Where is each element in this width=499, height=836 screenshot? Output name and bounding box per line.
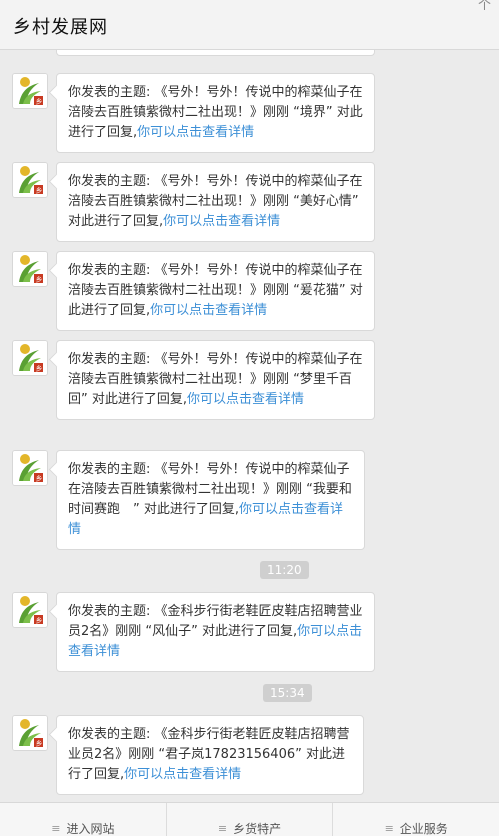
- app-header: 乡村发展网 个: [0, 0, 499, 50]
- view-details-link[interactable]: 你可以点击查看详情: [137, 125, 254, 140]
- timestamp-badge: 15:34: [263, 684, 312, 702]
- tab-label: 进入网站: [66, 822, 115, 836]
- svg-text:乡: 乡: [36, 276, 43, 284]
- message-bubble[interactable]: 你发表的主题: 《金科步行街老鞋匠皮鞋店招聘营业员2名》刚刚 “君子岚17823…: [56, 715, 364, 795]
- message-bubble[interactable]: 你发表的主题: 《号外！号外！传说中的榨菜仙子在涪陵去百胜镇紫微村二社出现！》刚…: [56, 450, 365, 550]
- tab-local-products[interactable]: ≡ 乡货特产: [167, 803, 334, 836]
- view-details-link[interactable]: 你可以点击查看详情: [150, 303, 267, 318]
- page-title: 乡村发展网: [13, 17, 108, 38]
- message-bubble[interactable]: 你发表的主题: 《号外！号外！传说中的榨菜仙子在涪陵去百胜镇紫微村二社出现！》刚…: [56, 340, 375, 420]
- message-bubble[interactable]: 你发表的主题: 《金科步行街老鞋匠皮鞋店招聘营业员2名》刚刚 “风仙子” 对此进…: [56, 592, 375, 672]
- view-details-link[interactable]: 你可以点击查看详情: [187, 392, 304, 407]
- tab-label: 乡货特产: [233, 822, 282, 836]
- menu-icon: ≡: [51, 822, 61, 835]
- village-logo-icon[interactable]: 乡: [12, 162, 48, 198]
- village-logo-icon[interactable]: 乡: [12, 715, 48, 751]
- tab-label: 企业服务: [399, 822, 448, 836]
- village-logo-icon[interactable]: 乡: [12, 251, 48, 287]
- village-logo-icon[interactable]: 乡: [12, 592, 48, 628]
- bottom-menu: ≡ 进入网站 ≡ 乡货特产 ≡ 企业服务: [0, 802, 499, 836]
- message-bubble[interactable]: 你发表的主题: 《号外！号外！传说中的榨菜仙子在涪陵去百胜镇紫微村二社出现！》刚…: [56, 73, 375, 153]
- svg-text:乡: 乡: [36, 475, 43, 483]
- menu-icon: ≡: [384, 822, 394, 835]
- svg-text:乡: 乡: [36, 617, 43, 625]
- tab-enterprise-service[interactable]: ≡ 企业服务: [333, 803, 499, 836]
- tab-enter-site[interactable]: ≡ 进入网站: [0, 803, 167, 836]
- view-details-link[interactable]: 你可以点击查看详情: [124, 767, 241, 782]
- svg-text:乡: 乡: [36, 740, 43, 748]
- village-logo-icon[interactable]: 乡: [12, 73, 48, 109]
- previous-bubble-edge: [56, 50, 375, 56]
- timestamp-badge: 11:20: [260, 561, 309, 579]
- message-feed[interactable]: 乡 你发表的主题: 《号外！号外！传说中的榨菜仙子在涪陵去百胜镇紫微村二社出现！…: [0, 50, 499, 802]
- village-logo-icon[interactable]: 乡: [12, 340, 48, 376]
- svg-text:乡: 乡: [36, 365, 43, 373]
- village-logo-icon[interactable]: 乡: [12, 450, 48, 486]
- header-corner-glyph: 个: [477, 0, 491, 13]
- menu-icon: ≡: [217, 822, 228, 835]
- view-details-link[interactable]: 你可以点击查看详情: [163, 214, 280, 229]
- message-bubble[interactable]: 你发表的主题: 《号外！号外！传说中的榨菜仙子在涪陵去百胜镇紫微村二社出现！》刚…: [56, 251, 375, 331]
- svg-text:乡: 乡: [36, 98, 43, 106]
- message-bubble[interactable]: 你发表的主题: 《号外！号外！传说中的榨菜仙子在涪陵去百胜镇紫微村二社出现！》刚…: [56, 162, 375, 242]
- svg-text:乡: 乡: [36, 187, 43, 195]
